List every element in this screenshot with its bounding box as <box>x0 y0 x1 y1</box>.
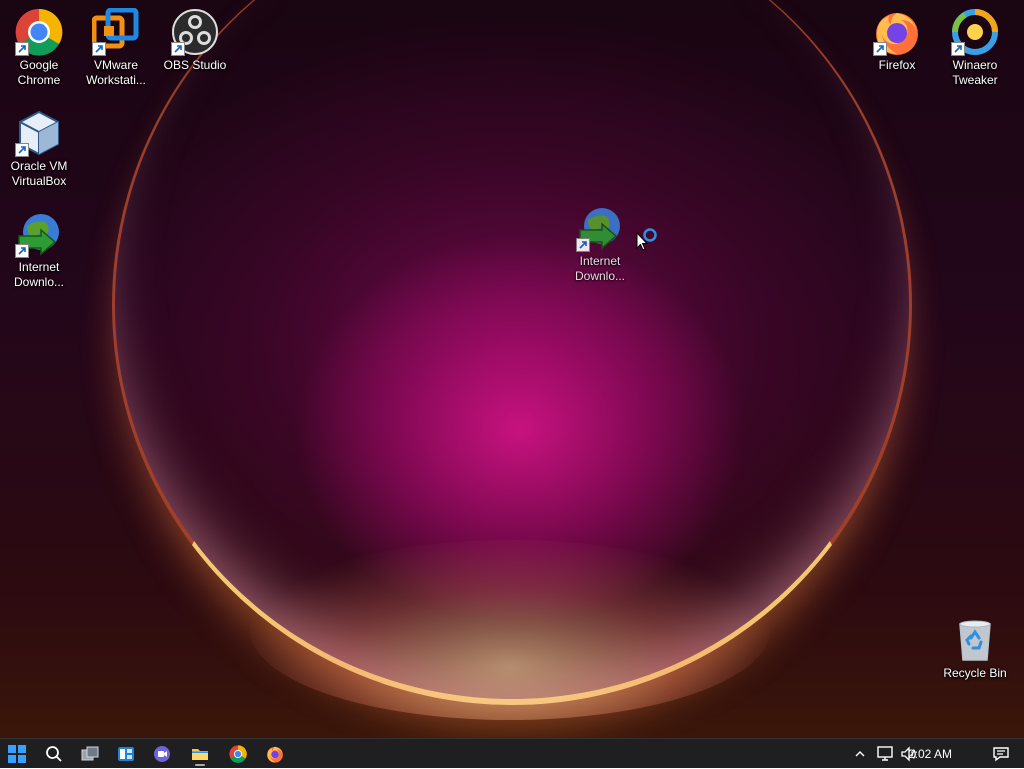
desktop-icon-obs[interactable]: OBS Studio <box>157 2 233 73</box>
idm-icon <box>15 210 63 258</box>
show-hidden-icons-button[interactable] <box>848 742 872 766</box>
shortcut-arrow-icon <box>15 244 29 258</box>
chat-button[interactable] <box>148 742 176 766</box>
search-icon <box>46 746 62 762</box>
network-status-button[interactable] <box>873 742 897 766</box>
shortcut-arrow-icon <box>576 238 590 252</box>
chrome-icon <box>229 745 247 763</box>
notifications-button[interactable] <box>988 742 1014 766</box>
desktop-icon-vmware[interactable]: VMware Workstati... <box>78 2 154 88</box>
desktop-icon-label: Internet Downlo... <box>13 260 65 289</box>
notification-center-icon <box>993 747 1009 762</box>
shortcut-arrow-icon <box>15 143 29 157</box>
start-button[interactable] <box>3 742 31 766</box>
shortcut-arrow-icon <box>873 42 887 56</box>
taskbar: 2:02 AM <box>0 738 1024 768</box>
desktop-icon-label: Recycle Bin <box>943 666 1007 680</box>
windows-logo-icon <box>8 745 26 763</box>
desktop-icon-virtualbox[interactable]: Oracle VM VirtualBox <box>1 103 77 189</box>
firefox-icon <box>267 746 283 763</box>
obs-icon <box>171 8 219 56</box>
desktop-icon-idm-dragged[interactable]: Internet Downlo... <box>562 198 638 284</box>
shortcut-arrow-icon <box>92 42 106 56</box>
chrome-taskbar-button[interactable] <box>224 742 252 766</box>
desktop-icon-label: Firefox <box>878 58 916 72</box>
virtualbox-icon <box>15 109 63 157</box>
desktop-icon-chrome[interactable]: Google Chrome <box>1 2 77 88</box>
search-button[interactable] <box>40 742 68 766</box>
wallpaper-glow <box>250 540 770 720</box>
desktop-icon-label: Winaero Tweaker <box>952 58 998 87</box>
desktop-icon-idm[interactable]: Internet Downlo... <box>1 204 77 290</box>
idm-icon <box>576 204 624 252</box>
taskbar-clock[interactable]: 2:02 AM <box>908 739 952 769</box>
desktop-icon-firefox[interactable]: Firefox <box>859 2 935 73</box>
shortcut-arrow-icon <box>171 42 185 56</box>
desktop-icon-label: Google Chrome <box>17 58 61 87</box>
desktop-icon-label: Oracle VM VirtualBox <box>10 159 68 188</box>
widgets-icon <box>118 747 134 761</box>
shortcut-arrow-icon <box>951 42 965 56</box>
chat-icon <box>154 746 170 762</box>
busy-spinner-icon <box>643 228 657 242</box>
winaero-icon <box>951 8 999 56</box>
vmware-icon <box>91 7 140 56</box>
desktop-icon-label: VMware Workstati... <box>86 58 146 87</box>
desktop-icon-winaero[interactable]: Winaero Tweaker <box>937 2 1013 88</box>
chevron-up-icon <box>855 751 865 757</box>
widgets-button[interactable] <box>112 742 140 766</box>
wallpaper-ring <box>112 0 912 705</box>
task-view-button[interactable] <box>76 742 104 766</box>
file-explorer-button[interactable] <box>186 742 214 766</box>
chrome-icon <box>15 8 63 56</box>
firefox-icon <box>873 8 921 56</box>
desktop-icon-recycle-bin[interactable]: Recycle Bin <box>937 610 1013 681</box>
network-icon <box>877 746 893 761</box>
recycle-bin-icon <box>951 616 999 664</box>
folder-icon <box>192 749 208 760</box>
desktop-icon-label: Internet Downlo... <box>574 254 626 283</box>
task-view-icon <box>81 746 99 761</box>
desktop-icon-label: OBS Studio <box>163 58 227 72</box>
desktop[interactable]: Google Chrome VMware Workstati... OBS St… <box>0 0 1024 738</box>
shortcut-arrow-icon <box>15 42 29 56</box>
firefox-taskbar-button[interactable] <box>261 742 289 766</box>
